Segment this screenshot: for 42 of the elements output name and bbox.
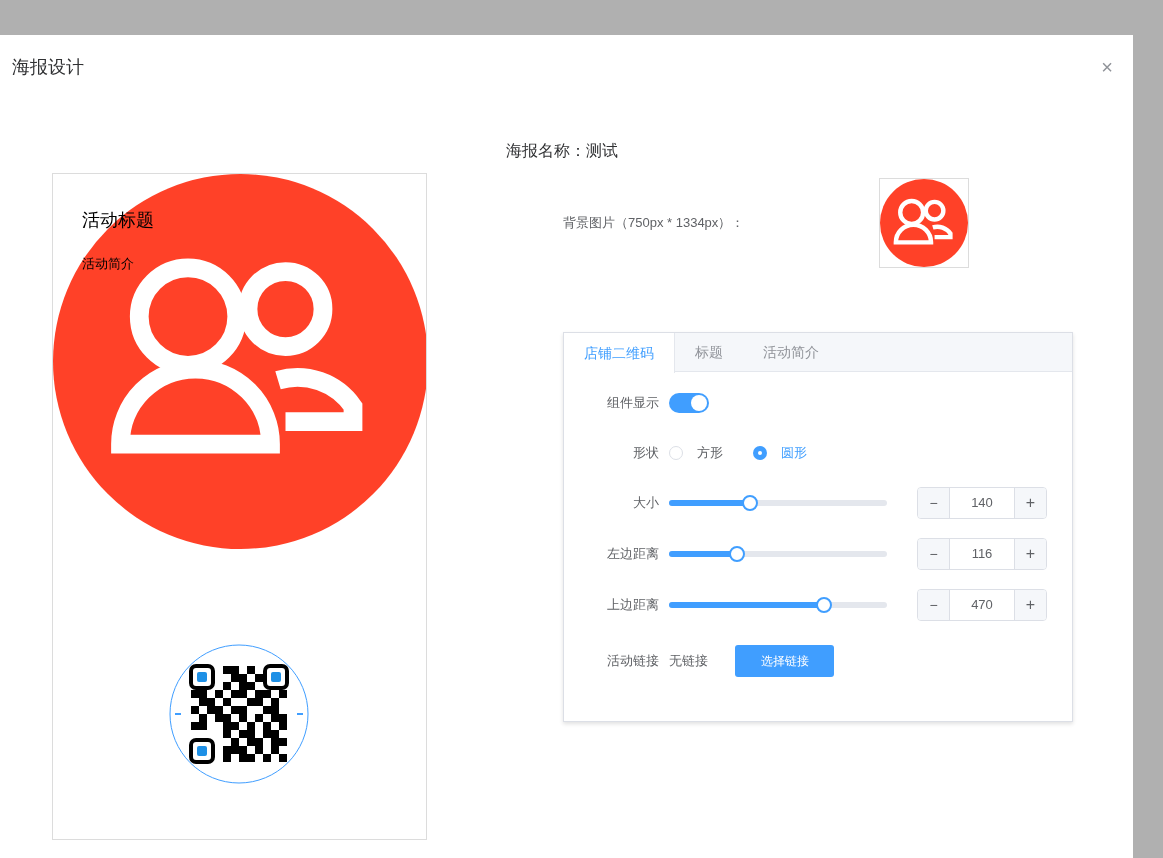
- field-label: 左边距离: [606, 545, 660, 564]
- poster-name: 海报名称：测试: [506, 141, 619, 161]
- slider-handle[interactable]: [741, 495, 758, 511]
- number-input[interactable]: − 470 +: [917, 589, 1047, 621]
- increment-button[interactable]: +: [1014, 539, 1046, 569]
- field-label: 形状: [632, 443, 660, 462]
- number-input[interactable]: − 116 +: [917, 538, 1047, 570]
- number-value: 140: [970, 494, 994, 513]
- increment-button[interactable]: +: [1014, 590, 1046, 620]
- increment-button[interactable]: +: [1014, 488, 1046, 518]
- radio-label[interactable]: 圆形: [781, 442, 807, 463]
- link-value: 无链接: [669, 652, 709, 671]
- radio-label[interactable]: 方形: [697, 442, 723, 463]
- radio-button[interactable]: [753, 445, 767, 460]
- background-label: 背景图片（750px * 1334px）：: [563, 214, 746, 233]
- decrement-button[interactable]: −: [918, 590, 950, 620]
- poster-intro: 活动简介: [82, 255, 134, 273]
- number-value: 116: [970, 545, 994, 564]
- tab[interactable]: 标题: [675, 333, 743, 372]
- tab[interactable]: 活动简介: [743, 333, 839, 372]
- number-input[interactable]: − 140 +: [917, 487, 1047, 519]
- people-icon: [880, 179, 968, 267]
- decrement-button[interactable]: −: [918, 539, 950, 569]
- slider[interactable]: [669, 546, 887, 562]
- field-label: 活动链接: [606, 652, 660, 671]
- poster-title: 活动标题: [82, 209, 154, 232]
- number-value: 470: [970, 596, 994, 615]
- field-label: 上边距离: [606, 596, 660, 615]
- close-button[interactable]: ×: [1101, 57, 1113, 77]
- radio-button[interactable]: [669, 445, 683, 460]
- qr-code-icon[interactable]: [169, 644, 309, 784]
- slider-handle[interactable]: [728, 546, 745, 562]
- decrement-button[interactable]: −: [918, 488, 950, 518]
- tab[interactable]: 店铺二维码: [564, 333, 675, 373]
- toggle-switch[interactable]: [669, 392, 709, 413]
- slider[interactable]: [669, 597, 887, 613]
- slider[interactable]: [669, 495, 887, 511]
- dialog-title: 海报设计: [12, 55, 84, 79]
- slider-handle[interactable]: [815, 597, 832, 613]
- field-label: 大小: [632, 494, 660, 513]
- field-label: 组件显示: [606, 393, 660, 412]
- background-thumbnail[interactable]: [879, 178, 969, 268]
